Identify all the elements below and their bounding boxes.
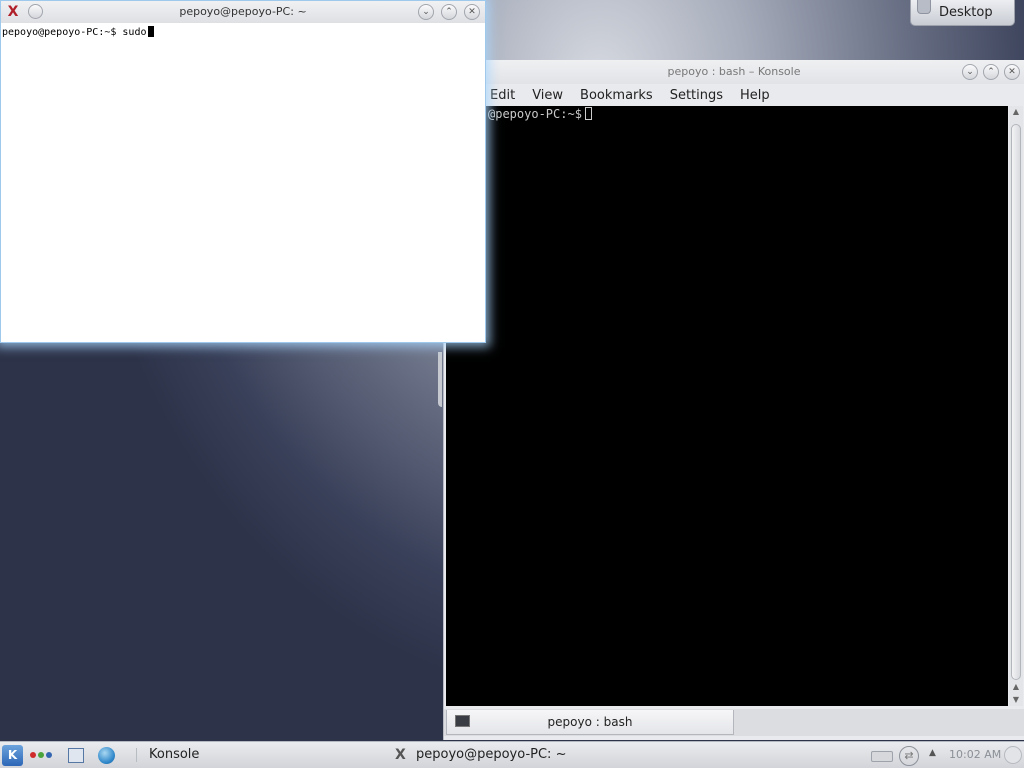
xterm-window[interactable]: X pepoyo@pepoyo-PC: ~ ⌄ ⌃ ✕ pepoyo@pepoy…	[0, 0, 486, 343]
maximize-button[interactable]: ⌃	[983, 64, 999, 80]
tab-label: pepoyo : bash	[547, 715, 633, 729]
minimize-button[interactable]: ⌄	[962, 64, 978, 80]
konsole-scrollbar[interactable]: ▲ ▲ ▼	[1009, 106, 1023, 706]
tray-expand-icon[interactable]: ▲	[929, 748, 936, 758]
clock[interactable]: 10:02 AM	[949, 742, 1001, 768]
konsole-terminal[interactable]: @pepoyo-PC:~$	[446, 106, 1008, 706]
scroll-up-icon[interactable]: ▲	[1009, 681, 1023, 693]
maximize-button[interactable]: ⌃	[441, 4, 457, 20]
xterm-prompt: pepoyo@pepoyo-PC:~$ sudo	[2, 27, 147, 38]
konsole-tabbar: pepoyo : bash	[444, 709, 1024, 736]
konsole-prompt: @pepoyo-PC:~$	[488, 107, 582, 121]
network-icon[interactable]: ⇄	[899, 746, 919, 766]
close-button[interactable]: ✕	[464, 4, 480, 20]
xterm-titlebar[interactable]: X pepoyo@pepoyo-PC: ~ ⌄ ⌃ ✕	[1, 1, 485, 23]
menu-settings[interactable]: Settings	[670, 88, 723, 103]
scroll-up-icon[interactable]: ▲	[1009, 106, 1023, 118]
panel-toolbox-icon[interactable]	[1004, 746, 1022, 764]
activities-icon[interactable]	[30, 752, 52, 758]
terminal-cursor	[147, 26, 154, 37]
window-menu-button[interactable]	[28, 4, 43, 19]
xterm-app-icon[interactable]: X	[5, 4, 21, 20]
konsole-title: pepoyo : bash – Konsole	[667, 65, 801, 78]
desktop-pager-label: Desktop	[939, 5, 993, 20]
xterm-app-icon: X	[395, 747, 406, 763]
menu-bookmarks[interactable]: Bookmarks	[580, 88, 653, 103]
taskbar-separator	[136, 748, 137, 762]
tab-bash[interactable]: pepoyo : bash	[446, 710, 734, 735]
terminal-cursor	[584, 107, 592, 120]
task-konsole-label: Konsole	[149, 747, 200, 762]
kde-menu-icon[interactable]: K	[2, 745, 23, 766]
konsole-menubar: Edit View Bookmarks Settings Help	[444, 84, 1024, 106]
activity-dot-green	[38, 752, 44, 758]
task-xterm[interactable]: X pepoyo@pepoyo-PC: ~	[395, 742, 566, 768]
taskbar: K Konsole X pepoyo@pepoyo-PC: ~ ⇄ ▲ 10:0…	[0, 741, 1024, 768]
menu-help[interactable]: Help	[740, 88, 770, 103]
scroll-down-icon[interactable]: ▼	[1009, 694, 1023, 706]
minimize-button[interactable]: ⌄	[418, 4, 434, 20]
desktop-pager-icon	[917, 0, 931, 14]
scrollbar-thumb[interactable]	[1011, 124, 1021, 680]
menu-view[interactable]: View	[532, 88, 563, 103]
terminal-icon	[455, 715, 470, 727]
menu-edit[interactable]: Edit	[490, 88, 515, 103]
file-manager-icon[interactable]	[68, 748, 84, 763]
xterm-terminal[interactable]: pepoyo@pepoyo-PC:~$ sudo	[1, 23, 485, 38]
task-konsole[interactable]: Konsole	[130, 742, 199, 768]
xterm-title: pepoyo@pepoyo-PC: ~	[179, 5, 307, 18]
task-xterm-label: pepoyo@pepoyo-PC: ~	[416, 747, 567, 762]
keyboard-icon[interactable]	[871, 751, 893, 762]
activity-dot-red	[30, 752, 36, 758]
web-browser-icon[interactable]	[98, 747, 115, 764]
desktop-pager-button[interactable]: Desktop	[910, 0, 1015, 26]
window-edge	[438, 352, 442, 407]
konsole-window[interactable]: pepoyo : bash – Konsole ⌄ ⌃ ✕ Edit View …	[443, 60, 1024, 740]
activity-dot-blue	[46, 752, 52, 758]
close-button[interactable]: ✕	[1004, 64, 1020, 80]
konsole-titlebar[interactable]: pepoyo : bash – Konsole ⌄ ⌃ ✕	[444, 60, 1024, 84]
